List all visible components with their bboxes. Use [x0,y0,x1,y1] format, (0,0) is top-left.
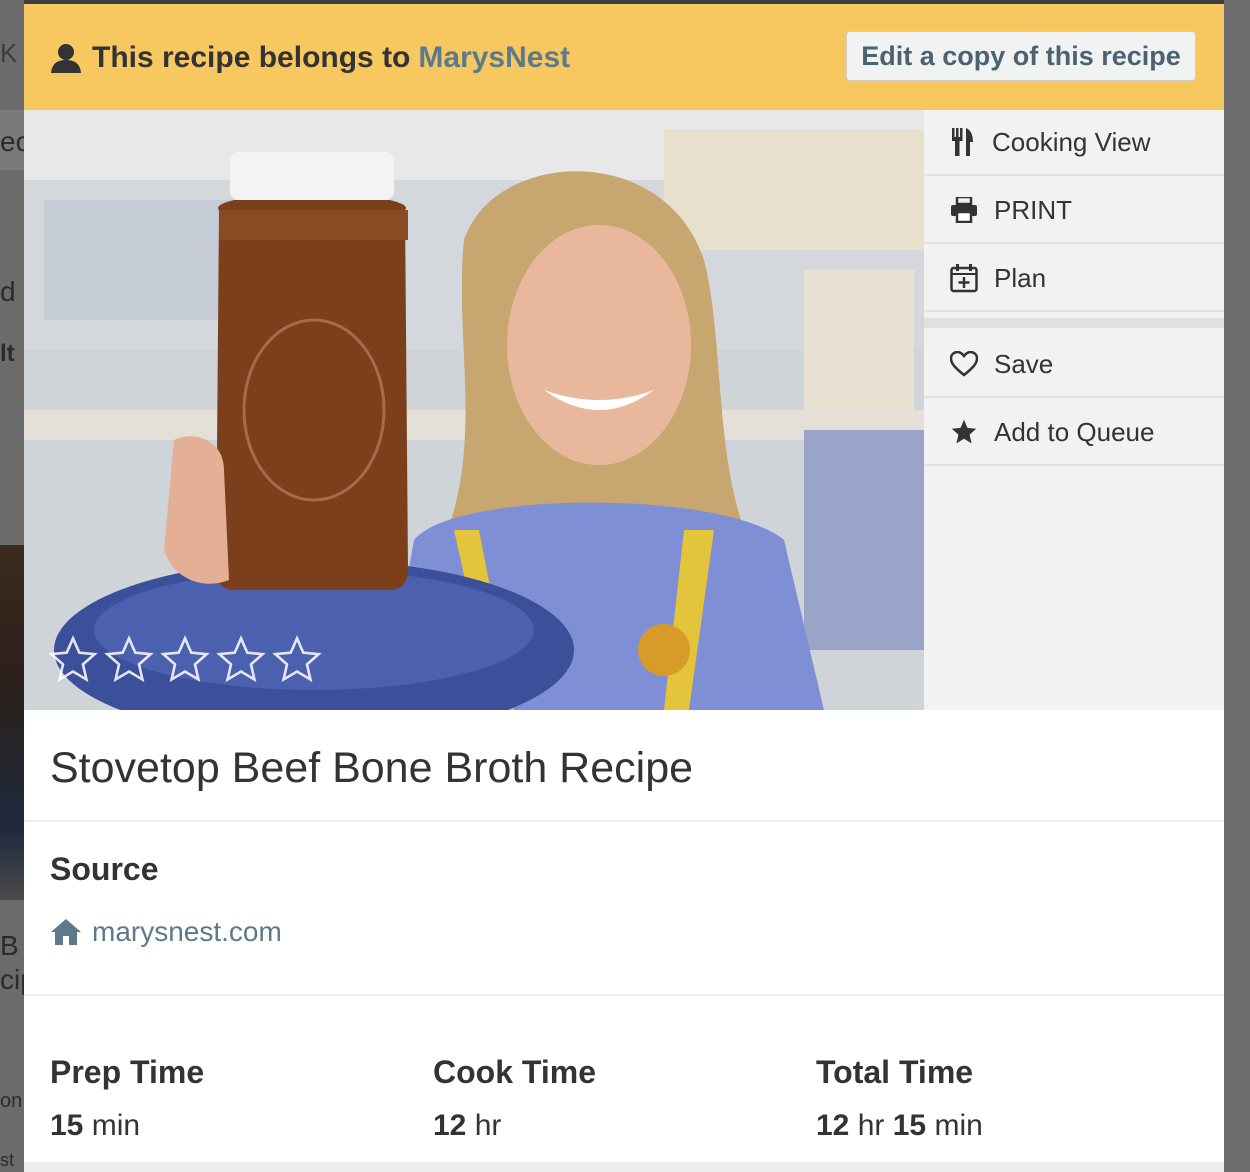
background-text: on [0,1090,23,1112]
cook-time-label: Cook Time [433,1054,596,1090]
print-button[interactable]: PRINT [924,178,1224,244]
background-text: lt [0,340,15,367]
utensils-icon [952,128,973,156]
divider [24,820,1224,822]
printer-icon [951,197,977,223]
total-time: Total Time 12 hr 15 min [816,1054,983,1143]
background-text: B [0,930,19,961]
plan-button[interactable]: Plan [924,246,1224,312]
print-label: PRINT [994,194,1072,225]
star-outline-icon[interactable] [158,634,212,686]
sidebar-separator [924,318,1224,328]
owner-link[interactable]: MarysNest [418,41,570,75]
bottom-edge [24,1162,1224,1172]
action-sidebar: Cooking View PRINT Plan Save Add to Queu… [924,110,1224,710]
star-outline-icon[interactable] [46,634,100,686]
source-link-text[interactable]: marysnest.com [92,916,282,948]
total-time-hours-unit: hr [857,1109,885,1142]
background-thumbnail [0,545,24,900]
ownership-banner: This recipe belongs to MarysNest Edit a … [24,4,1224,110]
prep-time-number: 15 [50,1109,84,1142]
recipe-photo-illustration [24,110,924,710]
background-text: d [0,276,16,307]
cook-time-unit: hr [474,1109,502,1142]
total-time-minutes: 15 [892,1109,927,1142]
total-time-label: Total Time [816,1054,974,1090]
heart-icon [950,351,978,377]
rating-stars[interactable] [46,634,324,686]
background-text: cip [0,964,24,995]
background-page-left: K ec d lt B cip on st [0,0,24,1172]
add-to-queue-label: Add to Queue [994,416,1155,447]
background-text: ec [0,126,24,157]
home-icon [51,919,81,945]
save-label: Save [994,348,1054,379]
recipe-title: Stovetop Beef Bone Broth Recipe [50,744,694,792]
owner-notice: This recipe belongs to MarysNest [50,40,570,76]
source-link[interactable]: marysnest.com [50,916,282,948]
star-outline-icon[interactable] [270,634,324,686]
star-outline-icon[interactable] [214,634,268,686]
cooking-view-label: Cooking View [992,126,1151,157]
background-text: st [0,1150,15,1170]
background-page-right [1224,0,1250,1172]
background-text: K [0,38,18,68]
cook-time: Cook Time 12 hr [433,1054,596,1143]
prep-time-value: 15 min [50,1109,204,1143]
plan-label: Plan [994,262,1047,293]
divider [24,994,1224,996]
total-time-hours: 12 [816,1109,850,1142]
source-heading: Source [50,851,159,887]
cooking-view-button[interactable]: Cooking View [924,110,1224,176]
recipe-modal: This recipe belongs to MarysNest Edit a … [24,4,1224,1172]
total-time-value: 12 hr 15 min [816,1109,983,1143]
total-time-minutes-unit: min [934,1109,983,1142]
star-outline-icon[interactable] [102,634,156,686]
recipe-photo [24,110,924,710]
edit-copy-button[interactable]: Edit a copy of this recipe [846,31,1196,81]
add-to-queue-button[interactable]: Add to Queue [924,400,1224,466]
prep-time-label: Prep Time [50,1054,205,1090]
user-icon [51,44,81,73]
prep-time: Prep Time 15 min [50,1054,204,1143]
save-button[interactable]: Save [924,332,1224,398]
cook-time-number: 12 [433,1109,467,1142]
star-icon [951,419,977,444]
prep-time-unit: min [91,1109,141,1142]
calendar-plus-icon [950,264,978,293]
owner-prefix: This recipe belongs to [92,41,411,74]
cook-time-value: 12 hr [433,1109,596,1143]
